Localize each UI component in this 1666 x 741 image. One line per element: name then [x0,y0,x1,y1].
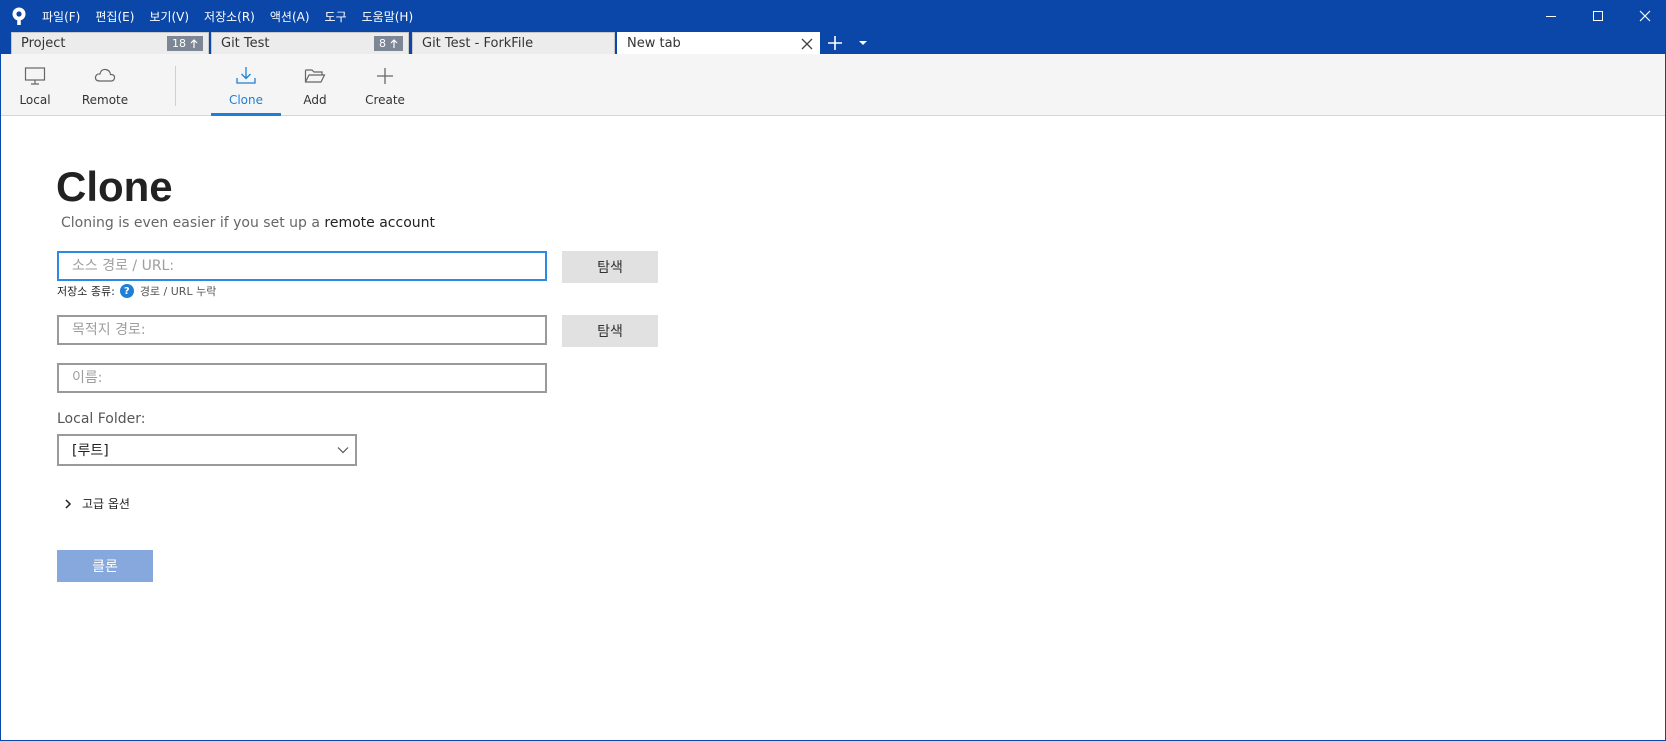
page-title: Clone [56,163,173,210]
badge-count: 8 [379,37,386,50]
remote-label: Remote [81,93,129,107]
tab-label: Git Test - ForkFile [422,36,534,51]
badge-count: 18 [172,37,186,50]
close-window-button[interactable] [1622,0,1666,32]
create-label: Create [365,93,405,107]
download-icon [236,67,256,84]
create-button[interactable]: Create [362,54,408,116]
menu-repository[interactable]: 저장소(R) [204,8,255,25]
chevron-down-icon [337,447,349,454]
add-tab-icon[interactable] [826,34,844,52]
menu-edit[interactable]: 편집(E) [95,8,134,25]
tab-label: Project [21,36,66,51]
local-button[interactable]: Local [15,54,55,116]
remote-button[interactable]: Remote [80,54,130,116]
subtitle-text: Cloning is even easier if you set up a [61,215,320,231]
maximize-button[interactable] [1575,0,1621,32]
minimize-button[interactable] [1528,0,1574,32]
toolbar-separator [175,66,176,106]
destination-path-input[interactable] [57,315,547,345]
menu-file[interactable]: 파일(F) [42,8,80,25]
source-url-input[interactable] [57,251,547,281]
clone-tool-button[interactable]: Clone [211,54,281,116]
chevron-down-icon[interactable] [857,37,869,49]
tab-git-test[interactable]: Git Test 8 [211,32,409,54]
plus-icon [377,68,393,84]
repo-type-value: 경로 / URL 누락 [139,285,217,298]
arrow-up-icon [190,38,198,48]
app-logo-icon [12,7,26,25]
maximize-icon [1593,11,1603,21]
help-icon[interactable]: ? [119,284,134,298]
tab-label: Git Test [221,36,270,51]
title-bar: 파일(F) 편집(E) 보기(V) 저장소(R) 액션(A) 도구 도움말(H) [0,0,1666,32]
add-button[interactable]: Add [295,54,335,116]
cloud-icon [94,68,116,82]
tab-new-tab[interactable]: New tab [617,32,820,54]
tab-bar: Project 18 Git Test 8 Git Test - ForkFil… [0,32,1666,54]
menu-actions[interactable]: 액션(A) [270,8,310,25]
local-folder-select[interactable]: [루트] [57,434,357,466]
clone-submit-button[interactable]: 클론 [57,550,153,582]
close-icon [1639,10,1651,22]
minimize-icon [1546,16,1556,17]
ahead-count-badge: 18 [167,36,203,51]
toolbar: Local Remote Clone Add Create [0,54,1666,116]
folder-open-icon [304,69,326,83]
local-folder-label: Local Folder: [57,411,146,427]
local-folder-value: [루트] [72,443,109,459]
advanced-options-label: 고급 옵션 [82,497,130,511]
monitor-icon [24,67,46,85]
close-tab-icon[interactable] [799,36,815,52]
menu-help[interactable]: 도움말(H) [362,8,414,25]
repo-type-label: 저장소 종류: [57,285,115,298]
advanced-options-toggle[interactable]: 고급 옵션 [64,495,130,512]
name-input[interactable] [57,363,547,393]
ahead-count-badge: 8 [374,36,403,51]
browse-source-button[interactable]: 탐색 [562,251,658,283]
clone-tool-label: Clone [228,93,264,107]
add-label: Add [303,93,327,107]
menu-tools[interactable]: 도구 [325,8,347,25]
local-label: Local [19,93,51,107]
subtitle: Cloning is even easier if you set up a r… [61,215,435,231]
menu-bar: 파일(F) 편집(E) 보기(V) 저장소(R) 액션(A) 도구 도움말(H) [42,0,428,32]
window-border [0,0,1,741]
browse-destination-button[interactable]: 탐색 [562,315,658,347]
arrow-up-icon [390,38,398,48]
chevron-right-icon [65,498,72,509]
menu-view[interactable]: 보기(V) [149,8,189,25]
tab-git-test-forkfile[interactable]: Git Test - ForkFile [412,32,615,54]
tab-label: New tab [627,36,681,51]
remote-account-link[interactable]: remote account [324,215,435,231]
tab-project[interactable]: Project 18 [11,32,209,54]
repository-type: 저장소 종류: ? 경로 / URL 누락 [57,283,216,299]
